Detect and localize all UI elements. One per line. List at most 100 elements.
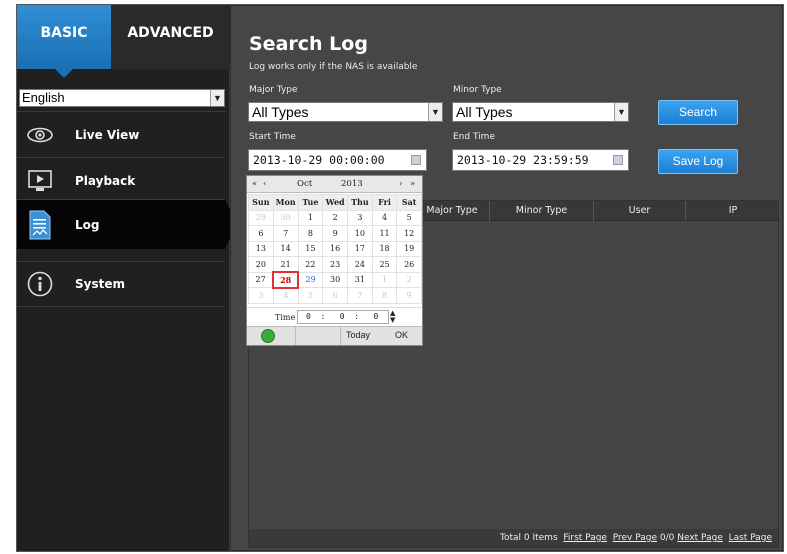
calendar-day-other-month[interactable]: 5 xyxy=(297,287,324,304)
next-page-link[interactable]: Next Page xyxy=(677,533,723,543)
calendar-year[interactable]: 2013 xyxy=(341,179,363,189)
calendar-day[interactable]: 21 xyxy=(272,256,299,273)
calendar-day-selected[interactable]: 28 xyxy=(272,271,300,289)
calendar-day-other-month[interactable]: 9 xyxy=(396,287,422,304)
calendar-day[interactable]: 3 xyxy=(347,209,373,226)
calendar-week-row: 27 28 29 30 31 1 2 xyxy=(248,271,422,289)
weekday-header: Wed xyxy=(322,194,349,211)
next-year-button[interactable]: » xyxy=(410,179,415,189)
calendar-day[interactable]: 6 xyxy=(248,225,274,242)
prev-month-button[interactable]: ‹ xyxy=(263,179,266,189)
calendar-day-other-month[interactable]: 7 xyxy=(347,287,373,304)
time-spinner-icon[interactable]: ▲ ▼ xyxy=(390,310,395,324)
date-picker-popup: « ‹ Oct 2013 › » Sun Mon Tue Wed Thu Fri Sat 29… xyxy=(246,175,423,346)
end-time-label: End Time xyxy=(453,132,495,142)
calendar-week-row: 29 30 1 2 3 4 5 xyxy=(248,209,422,226)
column-header-ip[interactable]: IP xyxy=(685,201,780,221)
calendar-day[interactable]: 13 xyxy=(248,240,274,257)
calendar-day[interactable]: 17 xyxy=(347,240,373,257)
calendar-day[interactable]: 30 xyxy=(322,271,349,288)
time-input[interactable]: 0 : 0 : 0 xyxy=(297,310,389,324)
prev-year-button[interactable]: « xyxy=(252,179,257,189)
calendar-day-other-month[interactable]: 6 xyxy=(322,287,349,304)
calendar-day[interactable]: 9 xyxy=(322,225,349,242)
document-icon xyxy=(27,210,53,239)
calendar-day[interactable]: 8 xyxy=(297,225,324,242)
time-minute[interactable]: 0 xyxy=(340,312,345,321)
sidebar-item-label: Live View xyxy=(75,127,140,142)
minor-type-value: All Types xyxy=(456,104,513,120)
first-page-link[interactable]: First Page xyxy=(563,533,607,543)
sidebar-item-playback[interactable]: Playback xyxy=(17,157,225,203)
ok-button[interactable]: OK xyxy=(395,330,408,340)
start-time-input[interactable]: 2013-10-29 00:00:00 xyxy=(248,149,427,171)
calendar-day[interactable]: 4 xyxy=(371,209,398,226)
end-time-value: 2013-10-29 23:59:59 xyxy=(457,153,589,167)
calendar-icon[interactable] xyxy=(411,155,421,165)
calendar-day[interactable]: 29 xyxy=(297,271,324,288)
calendar-day-other-month[interactable]: 29 xyxy=(248,209,274,226)
calendar-footer-spacer xyxy=(295,327,341,345)
calendar-day[interactable]: 18 xyxy=(371,240,398,257)
language-select[interactable]: English ▼ xyxy=(19,89,225,107)
calendar-day[interactable]: 1 xyxy=(297,209,324,226)
calendar-day[interactable]: 19 xyxy=(396,240,422,257)
calendar-day[interactable]: 15 xyxy=(297,240,324,257)
calendar-day-other-month[interactable]: 2 xyxy=(396,271,422,288)
weekday-header: Fri xyxy=(371,194,398,211)
calendar-week-row: 6 7 8 9 10 11 12 xyxy=(248,225,422,242)
next-month-button[interactable]: › xyxy=(399,179,402,189)
calendar-day-other-month[interactable]: 3 xyxy=(248,287,274,304)
chevron-down-icon: ▼ xyxy=(428,103,442,121)
sidebar-item-system[interactable]: System xyxy=(17,261,225,307)
sidebar-item-live-view[interactable]: Live View xyxy=(17,111,225,157)
today-button[interactable]: Today xyxy=(346,330,370,340)
minor-type-select[interactable]: All Types ▼ xyxy=(452,102,629,122)
weekday-header: Sat xyxy=(396,194,422,211)
calendar-day[interactable]: 7 xyxy=(272,225,299,242)
calendar-day-other-month[interactable]: 30 xyxy=(272,209,299,226)
calendar-day[interactable]: 2 xyxy=(322,209,349,226)
time-second[interactable]: 0 xyxy=(373,312,378,321)
major-type-select[interactable]: All Types ▼ xyxy=(248,102,443,122)
calendar-day[interactable]: 27 xyxy=(248,271,274,288)
calendar-day[interactable]: 11 xyxy=(371,225,398,242)
calendar-day[interactable]: 23 xyxy=(322,256,349,273)
calendar-grid: Sun Mon Tue Wed Thu Fri Sat 29 30 1 2 3 4 5 6 7 8 9 10 11 12… xyxy=(248,194,422,304)
column-header-major-type[interactable]: Major Type xyxy=(419,201,485,221)
chevron-down-icon: ▼ xyxy=(614,103,628,121)
calendar-time-row: Time 0 : 0 : 0 ▲ ▼ xyxy=(247,307,422,327)
calendar-day[interactable]: 22 xyxy=(297,256,324,273)
column-header-user[interactable]: User xyxy=(593,201,685,221)
time-hour[interactable]: 0 xyxy=(306,312,311,321)
tab-basic[interactable]: BASIC xyxy=(17,5,111,69)
calendar-day[interactable]: 31 xyxy=(347,271,373,288)
calendar-day[interactable]: 14 xyxy=(272,240,299,257)
calendar-day-other-month[interactable]: 4 xyxy=(272,287,299,304)
calendar-month[interactable]: Oct xyxy=(297,179,312,189)
clear-date-icon[interactable] xyxy=(261,329,275,343)
tab-advanced[interactable]: ADVANCED xyxy=(111,5,230,69)
calendar-day[interactable]: 12 xyxy=(396,225,422,242)
calendar-day[interactable]: 25 xyxy=(371,256,398,273)
calendar-day[interactable]: 20 xyxy=(248,256,274,273)
calendar-day-other-month[interactable]: 1 xyxy=(371,271,398,288)
calendar-day[interactable]: 26 xyxy=(396,256,422,273)
calendar-day-other-month[interactable]: 8 xyxy=(371,287,398,304)
start-time-value: 2013-10-29 00:00:00 xyxy=(253,153,385,167)
calendar-icon[interactable] xyxy=(613,155,623,165)
sidebar-item-label: System xyxy=(75,277,125,291)
column-header-minor-type[interactable]: Minor Type xyxy=(489,201,593,221)
sidebar-item-log[interactable]: Log xyxy=(17,199,225,249)
prev-page-link[interactable]: Prev Page xyxy=(613,533,657,543)
calendar-day[interactable]: 10 xyxy=(347,225,373,242)
calendar-day[interactable]: 24 xyxy=(347,256,373,273)
search-button[interactable]: Search xyxy=(658,100,738,125)
last-page-link[interactable]: Last Page xyxy=(729,533,772,543)
calendar-day[interactable]: 5 xyxy=(396,209,422,226)
calendar-day[interactable]: 16 xyxy=(322,240,349,257)
save-log-button[interactable]: Save Log xyxy=(658,149,738,174)
eye-icon xyxy=(27,122,53,148)
active-tab-indicator xyxy=(55,69,73,78)
end-time-input[interactable]: 2013-10-29 23:59:59 xyxy=(452,149,629,171)
